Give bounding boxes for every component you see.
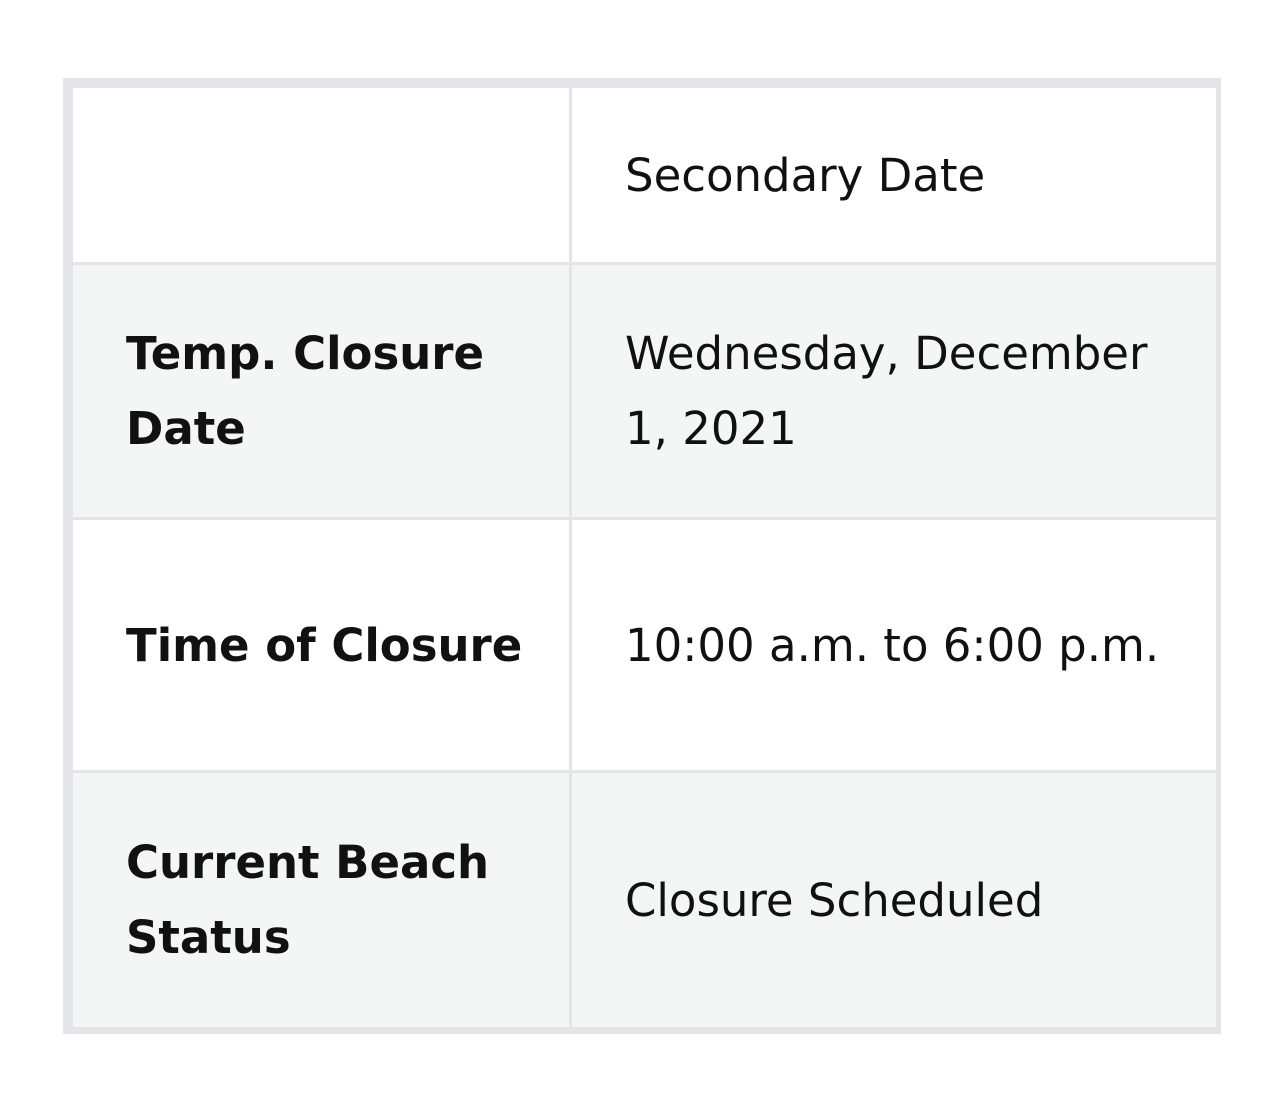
header-empty-cell [70, 85, 572, 265]
closure-info-table: Secondary Date Temp. Closure Date Wednes… [70, 85, 1219, 1030]
row-value-temp-closure-date: Wednesday, December 1, 2021 [569, 262, 1219, 520]
table-row: Temp. Closure Date Wednesday, December 1… [70, 262, 1219, 520]
row-value-current-beach-status: Closure Scheduled [569, 770, 1219, 1030]
row-value-time-of-closure: 10:00 a.m. to 6:00 p.m. [569, 517, 1219, 773]
closure-table-frame: Secondary Date Temp. Closure Date Wednes… [63, 78, 1221, 1034]
table-row: Time of Closure 10:00 a.m. to 6:00 p.m. [70, 517, 1219, 773]
row-label-time-of-closure: Time of Closure [70, 517, 572, 773]
row-label-temp-closure-date: Temp. Closure Date [70, 262, 572, 520]
row-label-current-beach-status: Current Beach Status [70, 770, 572, 1030]
table-header-row: Secondary Date [70, 85, 1219, 265]
table-row: Current Beach Status Closure Scheduled [70, 770, 1219, 1030]
header-secondary-date: Secondary Date [569, 85, 1219, 265]
